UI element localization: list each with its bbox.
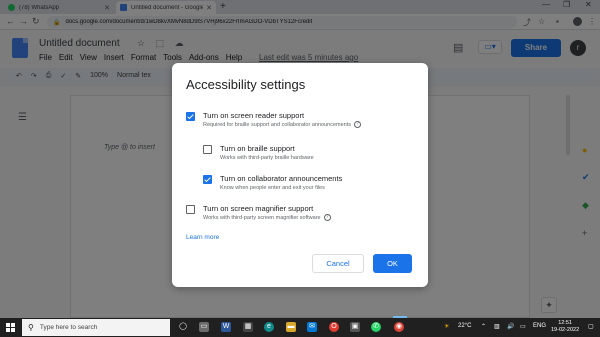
battery-icon[interactable]: ▭ — [520, 323, 526, 330]
volume-icon[interactable]: 🔊 — [507, 323, 514, 330]
collaborator-announcements-checkbox[interactable] — [203, 175, 212, 184]
option-label: Turn on screen reader support — [203, 111, 305, 120]
option-sub: Works with third-party screen magnifier … — [203, 215, 321, 221]
help-icon[interactable]: ? — [323, 214, 331, 222]
braille-checkbox[interactable] — [203, 145, 212, 154]
windows-taskbar: ⚲ Type here to search ◯ ▭ W ▦ e ▬ ✉ O ▣ … — [0, 318, 600, 337]
file-explorer-icon[interactable]: ▭ — [199, 322, 209, 332]
option-braille[interactable]: Turn on braille support Works with third… — [203, 144, 314, 163]
option-screen-reader[interactable]: Turn on screen reader support Required f… — [186, 111, 361, 130]
word-icon[interactable]: W — [221, 322, 231, 332]
option-sub: Required for braille support and collabo… — [203, 122, 351, 128]
search-icon: ⚲ — [28, 323, 34, 332]
app-icon[interactable]: ▦ — [243, 322, 253, 332]
clock-time: 12:51 — [558, 320, 572, 326]
weather-temp[interactable]: 22°C — [458, 323, 471, 329]
option-screen-magnifier[interactable]: Turn on screen magnifier support Works w… — [186, 204, 331, 223]
taskbar-search-input[interactable]: ⚲ Type here to search — [22, 319, 170, 336]
opera-icon[interactable]: O — [329, 322, 339, 332]
screen-magnifier-checkbox[interactable] — [186, 205, 195, 214]
folder-icon[interactable]: ▬ — [286, 322, 296, 332]
notifications-icon[interactable]: ▢ — [588, 323, 594, 330]
ok-button[interactable]: OK — [373, 254, 412, 273]
help-icon[interactable]: ? — [353, 121, 361, 129]
option-label: Turn on braille support — [220, 144, 295, 153]
cancel-button[interactable]: Cancel — [312, 254, 364, 273]
learn-more-link[interactable]: Learn more — [186, 234, 219, 241]
tray-overflow-icon[interactable]: ⌃ — [481, 323, 486, 330]
clock[interactable]: 12:51 19-02-2022 — [551, 320, 579, 334]
edge-icon[interactable]: e — [264, 322, 274, 332]
dialog-title: Accessibility settings — [186, 77, 306, 92]
windows-start-icon[interactable] — [6, 323, 15, 332]
weather-icon[interactable]: ☀ — [444, 323, 449, 330]
option-sub: Works with third-party braille hardware — [220, 155, 314, 161]
option-sub: Know when people enter and exit your fil… — [220, 185, 325, 191]
option-label: Turn on screen magnifier support — [203, 204, 314, 213]
active-app-indicator — [393, 316, 407, 318]
app-icon[interactable]: ▣ — [350, 322, 360, 332]
network-icon[interactable]: ▥ — [494, 323, 500, 330]
option-collaborator-announcements[interactable]: Turn on collaborator announcements Know … — [203, 174, 342, 193]
language-indicator[interactable]: ENG — [533, 323, 546, 329]
mail-icon[interactable]: ✉ — [307, 322, 317, 332]
search-placeholder: Type here to search — [39, 324, 98, 331]
task-view-icon[interactable]: ◯ — [178, 322, 188, 332]
option-label: Turn on collaborator announcements — [220, 174, 343, 183]
screen-reader-checkbox[interactable] — [186, 112, 195, 121]
whatsapp-taskbar-icon[interactable]: ✆ — [371, 322, 381, 332]
chrome-icon[interactable]: ◉ — [394, 322, 404, 332]
accessibility-settings-dialog: Accessibility settings Turn on screen re… — [172, 63, 428, 287]
clock-date: 19-02-2022 — [551, 327, 580, 333]
